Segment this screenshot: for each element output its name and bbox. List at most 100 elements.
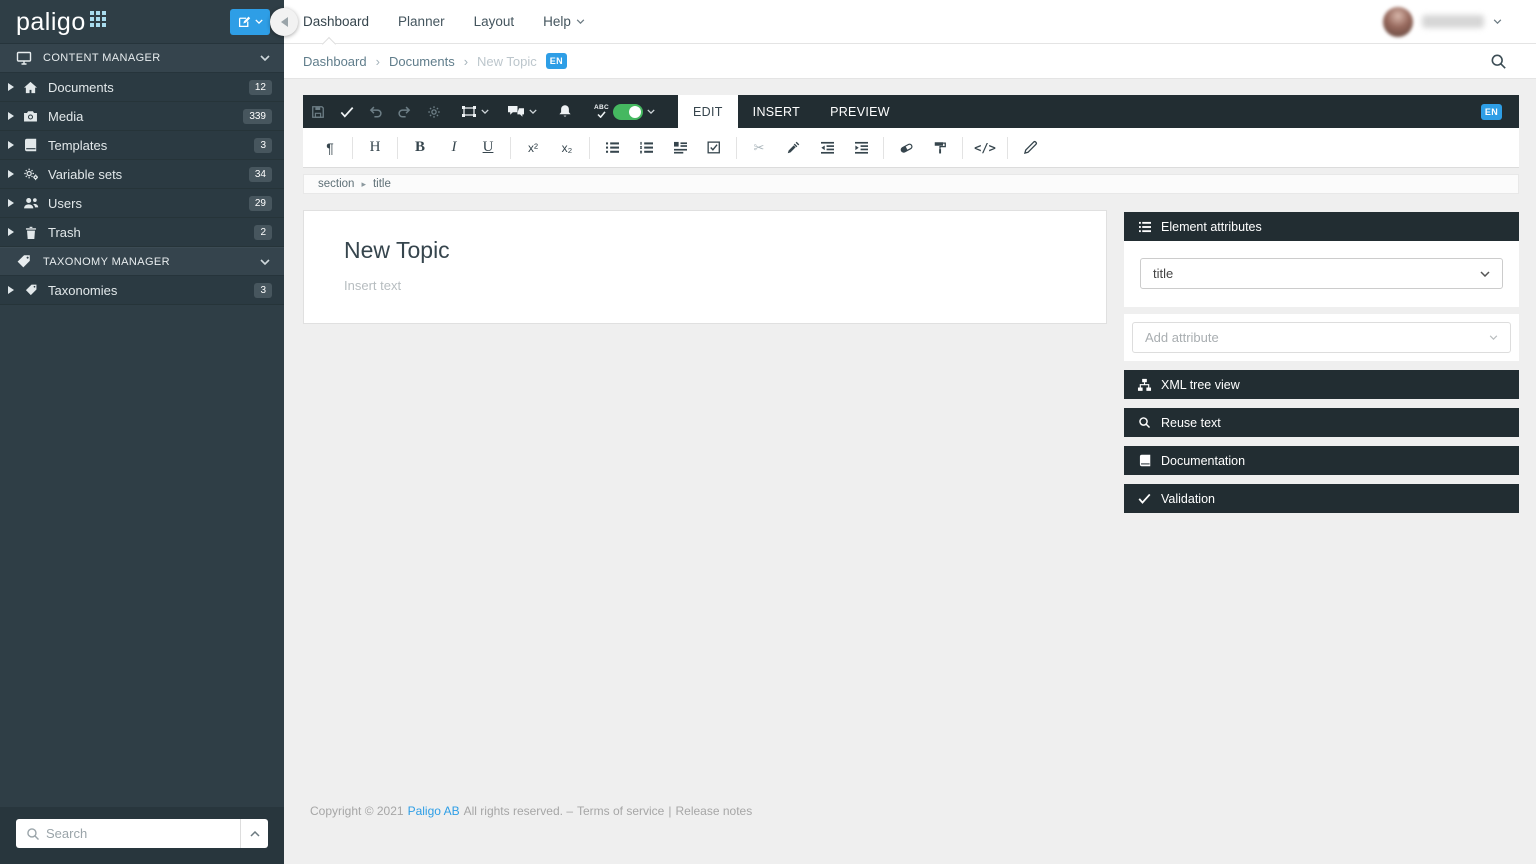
italic-button[interactable]: I	[437, 128, 471, 168]
breadcrumb-current: New Topic	[477, 54, 537, 69]
nav-planner[interactable]: Planner	[398, 14, 445, 29]
code-view-button[interactable]: </>	[968, 128, 1002, 168]
sidebar-item-variable-sets[interactable]: Variable sets 34	[0, 160, 284, 189]
caret-left-icon	[281, 17, 288, 27]
sidebar-section-content-manager[interactable]: CONTENT MANAGER	[0, 44, 284, 73]
fit-screen-button[interactable]	[452, 95, 498, 128]
search-icon	[16, 819, 46, 848]
nav-dashboard[interactable]: Dashboard	[303, 14, 369, 29]
chevron-down-icon	[1493, 19, 1502, 24]
tab-edit[interactable]: EDIT	[678, 95, 738, 128]
undo-button[interactable]	[361, 95, 390, 128]
bullet-list-button[interactable]	[595, 128, 629, 168]
definition-list-button[interactable]	[663, 128, 697, 168]
breadcrumb-dashboard[interactable]: Dashboard	[303, 54, 367, 69]
expand-caret-icon[interactable]	[8, 141, 14, 149]
trash-icon	[22, 226, 39, 239]
cut-scissors-button[interactable]: ✂	[742, 128, 776, 168]
redo-button[interactable]	[390, 95, 419, 128]
panel-element-attributes[interactable]: Element attributes	[1124, 212, 1519, 241]
tab-preview[interactable]: PREVIEW	[815, 95, 905, 128]
numbered-list-button[interactable]	[629, 128, 663, 168]
chevron-down-icon	[1489, 335, 1498, 340]
paint-roller-button[interactable]	[923, 128, 957, 168]
expand-caret-icon[interactable]	[8, 170, 14, 178]
validate-check-button[interactable]	[332, 95, 361, 128]
tab-insert[interactable]: INSERT	[738, 95, 815, 128]
sidebar-item-trash[interactable]: Trash 2	[0, 218, 284, 247]
sidebar-search-input[interactable]	[46, 819, 240, 848]
sidebar-item-users[interactable]: Users 29	[0, 189, 284, 218]
terms-of-service-link[interactable]: Terms of service	[577, 804, 664, 818]
language-badge: EN	[546, 53, 567, 69]
expand-caret-icon[interactable]	[8, 112, 14, 120]
sidebar-item-templates[interactable]: Templates 3	[0, 131, 284, 160]
panel-validation[interactable]: Validation	[1124, 484, 1519, 513]
panel-title: Validation	[1161, 492, 1215, 506]
sidebar-section-taxonomy-manager[interactable]: TAXONOMY MANAGER	[0, 247, 284, 276]
element-select[interactable]: title	[1140, 258, 1503, 289]
checklist-button[interactable]	[697, 128, 731, 168]
save-button[interactable]	[303, 95, 332, 128]
expand-caret-icon[interactable]	[8, 83, 14, 91]
spellcheck-icon[interactable]: ABC	[594, 105, 609, 119]
search-icon[interactable]	[1490, 53, 1507, 70]
editor-language-badge[interactable]: EN	[1481, 104, 1502, 120]
paligo-logo[interactable]: paligo	[16, 7, 106, 37]
count-badge: 3	[254, 138, 272, 153]
release-notes-link[interactable]: Release notes	[675, 804, 752, 818]
panel-documentation[interactable]: Documentation	[1124, 446, 1519, 475]
sidebar-item-taxonomies[interactable]: Taxonomies 3	[0, 276, 284, 305]
element-attributes-body: title	[1124, 241, 1519, 307]
expand-caret-icon[interactable]	[8, 286, 14, 294]
add-attribute-select[interactable]: Add attribute	[1132, 322, 1511, 353]
bold-button[interactable]: B	[403, 128, 437, 168]
logo-dot-grid-icon	[90, 11, 106, 27]
footer-separator: |	[668, 804, 671, 818]
editor-tabs: EDIT INSERT PREVIEW	[678, 95, 905, 128]
heading-button[interactable]: H	[358, 128, 392, 168]
sidebar-section-label: CONTENT MANAGER	[43, 52, 161, 64]
document-body-placeholder[interactable]: Insert text	[344, 278, 1066, 293]
home-icon	[22, 81, 39, 94]
chevron-down-icon[interactable]	[260, 55, 270, 61]
expand-caret-icon[interactable]	[8, 199, 14, 207]
sidebar-item-media[interactable]: Media 339	[0, 102, 284, 131]
sidebar: paligo CONTENT MANAGER Documents 12	[0, 0, 284, 864]
notifications-bell-icon[interactable]	[550, 95, 579, 128]
count-badge: 3	[254, 283, 272, 298]
chevron-up-icon[interactable]	[240, 819, 268, 848]
user-menu[interactable]	[1383, 7, 1536, 37]
count-badge: 12	[249, 80, 272, 95]
monitor-icon	[16, 51, 33, 65]
path-element-title[interactable]: title	[373, 178, 391, 190]
outdent-button[interactable]	[810, 128, 844, 168]
sidebar-item-label: Templates	[48, 138, 107, 153]
panel-reuse-text[interactable]: Reuse text	[1124, 408, 1519, 437]
underline-button[interactable]: U	[471, 128, 505, 168]
sidebar-collapse-button[interactable]	[270, 8, 298, 36]
indent-button[interactable]	[844, 128, 878, 168]
panel-xml-tree-view[interactable]: XML tree view	[1124, 370, 1519, 399]
sidebar-item-documents[interactable]: Documents 12	[0, 73, 284, 102]
edit-pencil-button[interactable]	[1013, 128, 1047, 168]
subscript-button[interactable]: x₂	[550, 128, 584, 168]
settings-gear-icon[interactable]	[419, 95, 448, 128]
chevron-down-icon[interactable]	[260, 259, 270, 265]
format-toolbar: ¶ H B I U x² x₂ ✂	[303, 128, 1519, 168]
comments-button[interactable]	[498, 95, 546, 128]
create-document-button[interactable]	[230, 9, 270, 35]
nav-help[interactable]: Help	[543, 14, 585, 29]
expand-caret-icon[interactable]	[8, 228, 14, 236]
document-title-editable[interactable]: New Topic	[344, 237, 1066, 264]
keycap-pill-button[interactable]	[889, 128, 923, 168]
spellcheck-toggle-on[interactable]	[613, 104, 643, 120]
superscript-button[interactable]: x²	[516, 128, 550, 168]
comments-icon	[507, 105, 525, 119]
paragraph-button[interactable]: ¶	[313, 128, 347, 168]
eyedropper-button[interactable]	[776, 128, 810, 168]
breadcrumb-documents[interactable]: Documents	[389, 54, 455, 69]
paligo-ab-link[interactable]: Paligo AB	[408, 804, 460, 818]
path-element-section[interactable]: section	[318, 178, 354, 190]
nav-layout[interactable]: Layout	[474, 14, 515, 29]
